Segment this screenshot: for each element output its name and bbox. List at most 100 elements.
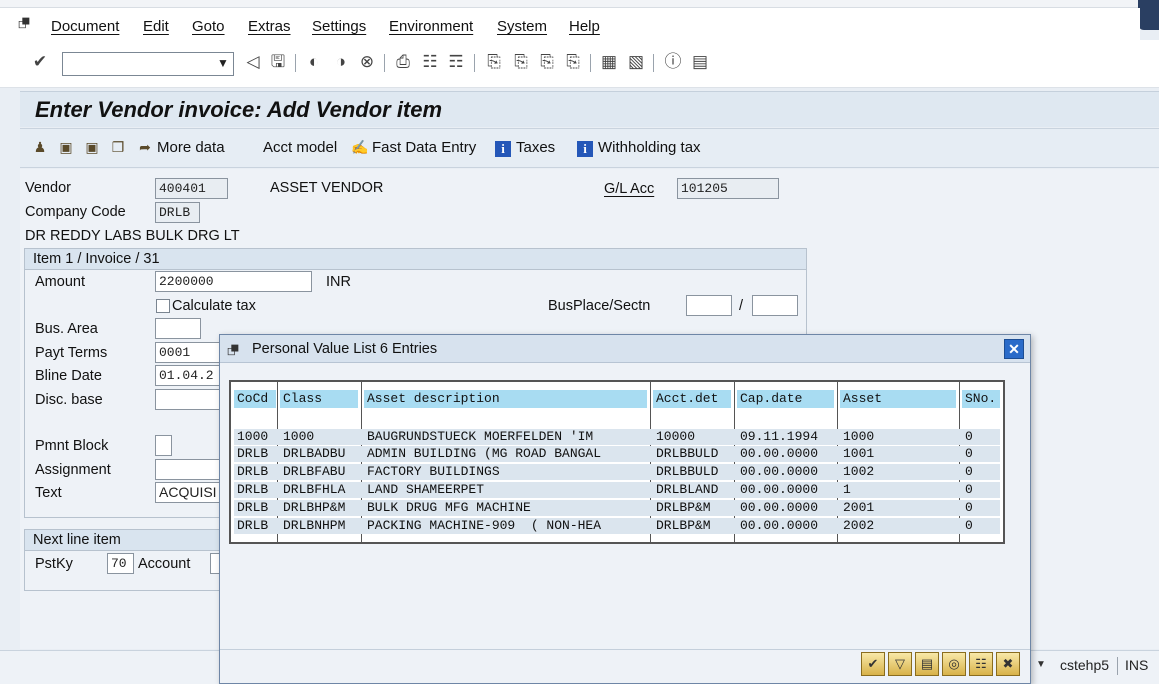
status-mode: INS (1125, 657, 1149, 673)
dialog-title-bar[interactable]: ⮻ Personal Value List 6 Entries ✕ (220, 335, 1030, 363)
first-page-icon[interactable]: ⎘ (484, 52, 504, 72)
pstky-field[interactable]: 70 (107, 553, 134, 574)
toolbar-separator (295, 54, 296, 72)
print-icon[interactable]: ⎙ (393, 52, 413, 72)
vendor-label: Vendor (25, 180, 71, 196)
exit-icon[interactable]: ⮻ (18, 16, 36, 32)
column-header[interactable]: Asset (840, 390, 956, 408)
save-icon[interactable]: 🖫 (268, 52, 288, 72)
table-row[interactable]: DRLB DRLBFHLA LAND SHAMEERPET DRLBLAND 0… (231, 481, 1003, 498)
column-header[interactable]: Cap.date (737, 390, 834, 408)
back-arrow-icon[interactable]: ◁ (243, 52, 263, 72)
help-icon[interactable]: ⓘ (663, 52, 683, 72)
column-header[interactable]: Asset description (364, 390, 647, 408)
text-field[interactable]: ACQUISI (155, 482, 225, 503)
info-icon[interactable]: i (495, 138, 511, 157)
assignment-field[interactable] (155, 459, 225, 480)
pmnt-block-field[interactable] (155, 435, 172, 456)
confirm-icon[interactable]: ✔ (861, 652, 885, 676)
toolbar-separator (653, 54, 654, 72)
value-list-table: CoCd Class Asset description Acct.det Ca… (229, 380, 1005, 544)
info-icon[interactable]: i (577, 138, 593, 157)
shortcut-icon[interactable]: ▧ (626, 52, 646, 72)
acct-model-button[interactable]: Acct model (263, 139, 337, 156)
cancel-icon[interactable]: ✖ (996, 652, 1020, 676)
menu-document[interactable]: Document (51, 18, 119, 35)
pstky-label: PstKy (35, 556, 73, 572)
busplace-field[interactable] (686, 295, 732, 316)
layout-menu-icon[interactable]: ▤ (690, 52, 710, 72)
more-data-icon[interactable]: ➦ (136, 138, 154, 156)
cell-asset: 1 (843, 482, 851, 497)
disc-base-field[interactable] (155, 389, 225, 410)
standard-toolbar: ✔ ▼ ◁ 🖫 ◐ ◑ ⊗ ⎙ ☷ ☶ ⎘ ⎘ ⎘ ⎘ ▦ ▧ ⓘ ▤ (0, 40, 1159, 88)
cell-cap-date: 00.00.0000 (740, 482, 819, 497)
cell-description: ADMIN BUILDING (MG ROAD BANGAL (367, 446, 602, 461)
bline-date-label: Bline Date (35, 368, 102, 384)
vendor-name: ASSET VENDOR (270, 180, 384, 196)
menu-extras[interactable]: Extras (248, 18, 291, 35)
enter-icon[interactable]: ✔ (30, 52, 50, 72)
payt-terms-field[interactable]: 0001 (155, 342, 225, 363)
cell-acct-det: 10000 (656, 429, 696, 444)
close-icon[interactable]: ✕ (1004, 339, 1024, 359)
column-header[interactable]: Class (280, 390, 358, 408)
calculate-tax-checkbox[interactable] (156, 299, 170, 313)
column-header[interactable]: SNo. (962, 390, 1000, 408)
page-title: Enter Vendor invoice: Add Vendor item (35, 97, 443, 122)
fast-data-entry-icon[interactable]: ✍ (351, 138, 369, 156)
menu-goto[interactable]: Goto (192, 18, 225, 35)
create-session-icon[interactable]: ▦ (599, 52, 619, 72)
cancel-icon[interactable]: ⊗ (357, 52, 377, 72)
table-row[interactable]: DRLB DRLBFABU FACTORY BUILDINGS DRLBBULD… (231, 463, 1003, 480)
vendor-field[interactable]: 400401 (155, 178, 228, 199)
withholding-tax-button[interactable]: Withholding tax (598, 139, 701, 156)
duplicate-icon[interactable]: ❐ (109, 138, 127, 156)
fast-data-entry-button[interactable]: Fast Data Entry (372, 139, 476, 156)
amount-field[interactable]: 2200000 (155, 271, 312, 292)
menu-system[interactable]: System (497, 18, 547, 35)
find-icon[interactable]: ☷ (420, 52, 440, 72)
table-row[interactable]: 1000 1000 BAUGRUNDSTUECK MOERFELDEN 'IM … (231, 428, 1003, 445)
toolbar-separator (384, 54, 385, 72)
filter-icon[interactable]: ▽ (888, 652, 912, 676)
document-icon[interactable]: ▣ (57, 138, 75, 156)
vendor-master-icon[interactable]: ♟ (31, 138, 49, 156)
copy-document-icon[interactable]: ▣ (83, 138, 101, 156)
last-page-icon[interactable]: ⎘ (563, 52, 583, 72)
list-settings-icon[interactable]: ▤ (915, 652, 939, 676)
menu-environment[interactable]: Environment (389, 18, 473, 35)
display-icon[interactable]: ◎ (942, 652, 966, 676)
cell-acct-det: DRLBP&M (656, 500, 711, 515)
cell-description: FACTORY BUILDINGS (367, 464, 500, 479)
back-icon[interactable]: ◐ (304, 52, 324, 72)
bline-date-field[interactable]: 01.04.2 (155, 365, 225, 386)
more-data-button[interactable]: More data (157, 139, 225, 156)
company-code-field[interactable]: DRLB (155, 202, 200, 223)
exit-icon[interactable]: ◑ (331, 52, 351, 72)
busplace-separator: / (739, 298, 744, 314)
cell-cocd: DRLB (237, 500, 269, 515)
previous-page-icon[interactable]: ⎘ (511, 52, 531, 72)
command-dropdown-icon[interactable]: ▼ (214, 53, 232, 73)
table-row[interactable]: DRLB DRLBHP&M BULK DRUG MFG MACHINE DRLB… (231, 499, 1003, 516)
column-header[interactable]: Acct.det (653, 390, 731, 408)
find-next-icon[interactable]: ☶ (446, 52, 466, 72)
status-dropdown-icon[interactable]: ▼ (1036, 659, 1046, 670)
menu-edit[interactable]: Edit (143, 18, 169, 35)
column-header[interactable]: CoCd (234, 390, 276, 408)
cell-class: 1000 (283, 429, 315, 444)
find-icon[interactable]: ☷ (969, 652, 993, 676)
exit-icon: ⮻ (227, 342, 240, 359)
taxes-button[interactable]: Taxes (516, 139, 555, 156)
table-row[interactable]: DRLB DRLBADBU ADMIN BUILDING (MG ROAD BA… (231, 445, 1003, 462)
section-field[interactable] (752, 295, 798, 316)
table-row[interactable]: DRLB DRLBNHPM PACKING MACHINE-909 ( NON-… (231, 517, 1003, 534)
command-field[interactable] (62, 52, 234, 76)
next-page-icon[interactable]: ⎘ (537, 52, 557, 72)
cell-acct-det: DRLBLAND (656, 482, 719, 497)
gl-account-field[interactable]: 101205 (677, 178, 779, 199)
menu-settings[interactable]: Settings (312, 18, 366, 35)
bus-area-field[interactable] (155, 318, 201, 339)
menu-help[interactable]: Help (569, 18, 600, 35)
